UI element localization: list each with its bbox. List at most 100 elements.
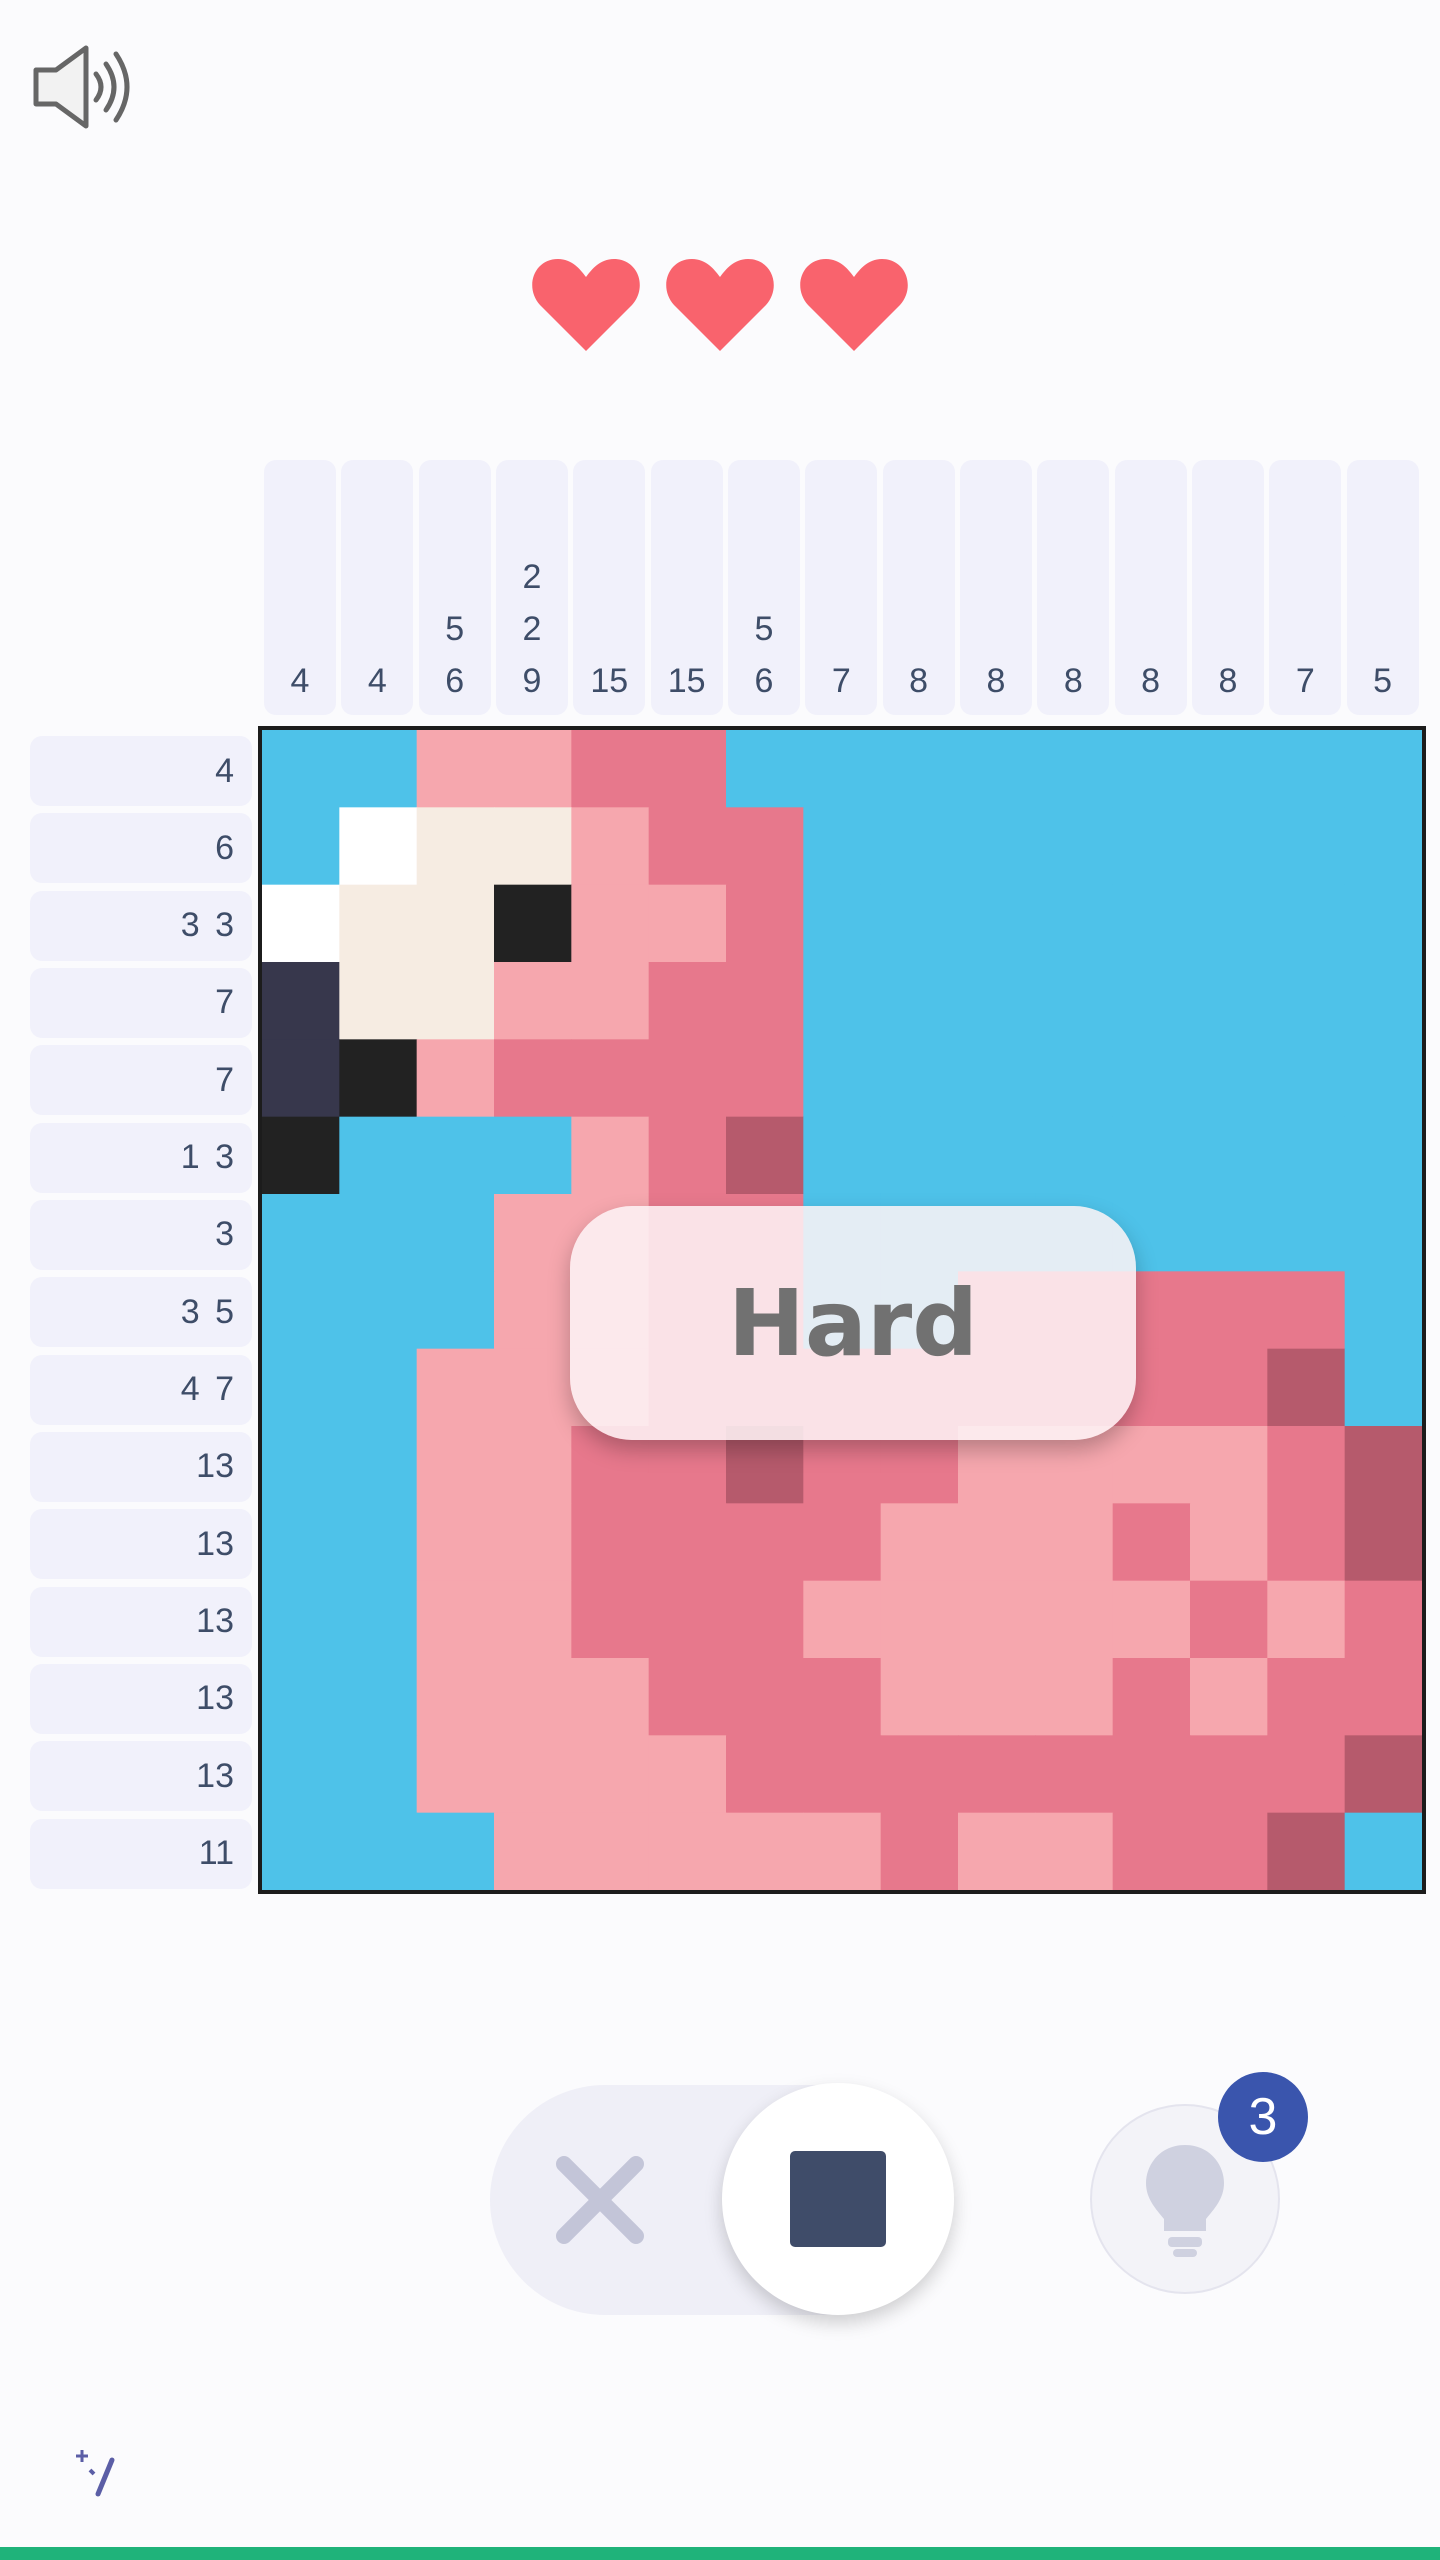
board-cell[interactable] (648, 730, 727, 808)
board-cell[interactable] (262, 807, 340, 886)
board-cell[interactable] (571, 1580, 650, 1659)
board-cell[interactable] (262, 1735, 340, 1814)
board-cell[interactable] (958, 1039, 1036, 1118)
board-cell[interactable] (494, 1580, 572, 1659)
board-cell[interactable] (648, 1812, 727, 1890)
board-cell[interactable] (1190, 807, 1268, 886)
board-cell[interactable] (339, 1271, 418, 1350)
board-cell[interactable] (571, 884, 650, 963)
board-cell[interactable] (958, 962, 1036, 1040)
board-cell[interactable] (1190, 1348, 1268, 1427)
board-cell[interactable] (803, 1658, 882, 1736)
board-cell[interactable] (1035, 962, 1114, 1040)
board-cell[interactable] (726, 962, 804, 1040)
board-cell[interactable] (262, 730, 340, 808)
board-cell[interactable] (1267, 1039, 1346, 1118)
board-cell[interactable] (1112, 1812, 1191, 1890)
board-cell[interactable] (880, 884, 959, 963)
board-cell[interactable] (262, 1348, 340, 1427)
board-cell[interactable] (1112, 807, 1191, 886)
board-cell[interactable] (648, 1039, 727, 1118)
board-cell[interactable] (1267, 884, 1346, 963)
board-cell[interactable] (958, 730, 1036, 808)
board-cell[interactable] (803, 1580, 882, 1659)
board-cell[interactable] (1344, 1348, 1422, 1427)
board-cell[interactable] (1190, 962, 1268, 1040)
board-cell[interactable] (494, 1348, 572, 1427)
board-cell[interactable] (1344, 1735, 1422, 1814)
board-cell[interactable] (494, 807, 572, 886)
board-cell[interactable] (803, 962, 882, 1040)
board-cell[interactable] (880, 730, 959, 808)
board-cell[interactable] (571, 1503, 650, 1582)
board-cell[interactable] (1190, 730, 1268, 808)
board-cell[interactable] (648, 884, 727, 963)
board-cell[interactable] (803, 1812, 882, 1890)
board-cell[interactable] (494, 1658, 572, 1736)
board-cell[interactable] (803, 1039, 882, 1118)
board-cell[interactable] (494, 884, 572, 963)
board-cell[interactable] (726, 807, 804, 886)
board-cell[interactable] (262, 1426, 340, 1504)
board-cell[interactable] (726, 884, 804, 963)
board-cell[interactable] (339, 884, 418, 963)
board-cell[interactable] (416, 1812, 495, 1890)
board-cell[interactable] (416, 962, 495, 1040)
board-cell[interactable] (1267, 1735, 1346, 1814)
board-cell[interactable] (262, 1194, 340, 1272)
board-cell[interactable] (1190, 1426, 1268, 1504)
board-cell[interactable] (726, 1658, 804, 1736)
board-cell[interactable] (571, 1735, 650, 1814)
board-cell[interactable] (726, 1812, 804, 1890)
board-cell[interactable] (880, 1735, 959, 1814)
board-cell[interactable] (339, 807, 418, 886)
board-cell[interactable] (1190, 1194, 1268, 1272)
board-cell[interactable] (726, 1503, 804, 1582)
board-cell[interactable] (803, 1503, 882, 1582)
board-cell[interactable] (1344, 1812, 1422, 1890)
board-cell[interactable] (262, 884, 340, 963)
board-cell[interactable] (494, 962, 572, 1040)
board-cell[interactable] (1344, 1580, 1422, 1659)
board-cell[interactable] (1344, 1503, 1422, 1582)
board-cell[interactable] (803, 730, 882, 808)
board-cell[interactable] (1035, 1580, 1114, 1659)
board-cell[interactable] (1112, 1039, 1191, 1118)
board-cell[interactable] (958, 1812, 1036, 1890)
board-cell[interactable] (416, 1116, 495, 1195)
fill-mode-button[interactable] (722, 2083, 954, 2315)
board-cell[interactable] (571, 730, 650, 808)
board-cell[interactable] (1267, 1658, 1346, 1736)
board-cell[interactable] (958, 807, 1036, 886)
board-cell[interactable] (571, 807, 650, 886)
board-cell[interactable] (1112, 1503, 1191, 1582)
board-cell[interactable] (339, 1426, 418, 1504)
board-cell[interactable] (1190, 1503, 1268, 1582)
board-cell[interactable] (1112, 1735, 1191, 1814)
board-cell[interactable] (339, 1735, 418, 1814)
board-cell[interactable] (339, 1658, 418, 1736)
board-cell[interactable] (648, 1735, 727, 1814)
board-cell[interactable] (1035, 1735, 1114, 1814)
board-cell[interactable] (880, 1503, 959, 1582)
board-cell[interactable] (880, 1039, 959, 1118)
board-cell[interactable] (1267, 1503, 1346, 1582)
board-cell[interactable] (648, 1658, 727, 1736)
board-cell[interactable] (416, 1194, 495, 1272)
board-cell[interactable] (803, 1116, 882, 1195)
board-cell[interactable] (416, 1271, 495, 1350)
sound-toggle-button[interactable] (30, 40, 140, 135)
board-cell[interactable] (339, 1812, 418, 1890)
board-cell[interactable] (1344, 1426, 1422, 1504)
board-cell[interactable] (339, 730, 418, 808)
board-cell[interactable] (958, 1503, 1036, 1582)
board-cell[interactable] (494, 1812, 572, 1890)
board-cell[interactable] (1267, 807, 1346, 886)
board-cell[interactable] (262, 1812, 340, 1890)
board-cell[interactable] (1190, 1812, 1268, 1890)
board-cell[interactable] (262, 1658, 340, 1736)
cross-mode-button[interactable] (550, 2150, 650, 2250)
board-cell[interactable] (494, 1735, 572, 1814)
board-cell[interactable] (416, 884, 495, 963)
board-cell[interactable] (958, 1658, 1036, 1736)
